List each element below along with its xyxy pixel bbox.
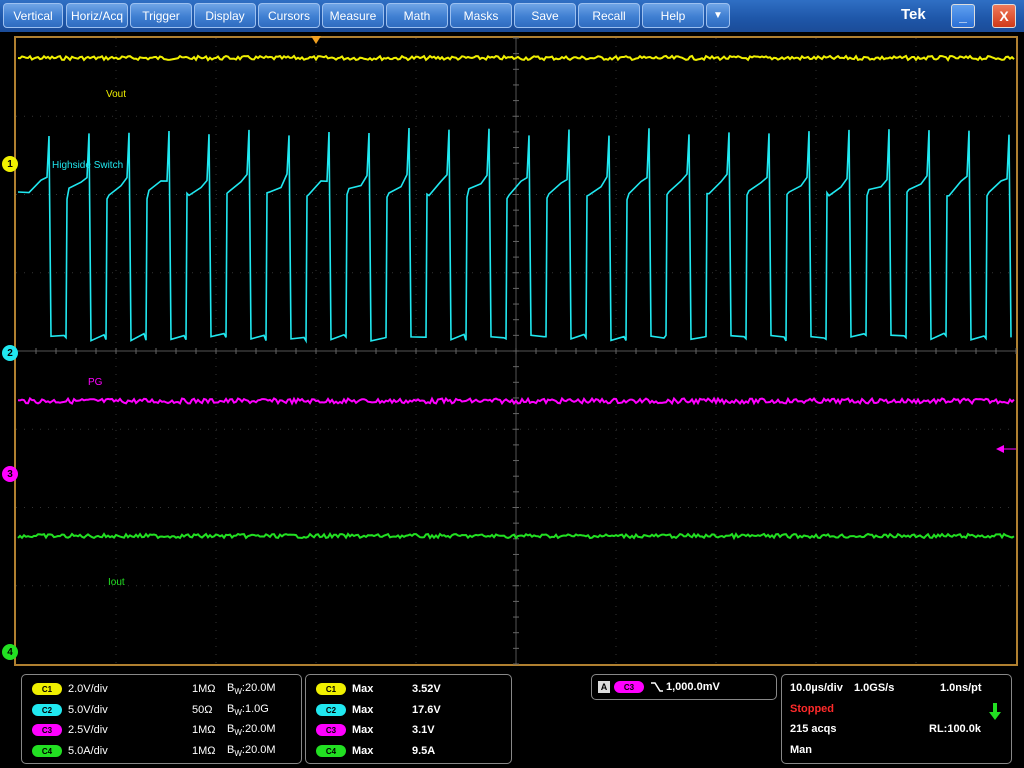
c2-coupling: 50Ω (192, 704, 213, 716)
trigger-panel[interactable]: A C3 1,000.0mV (591, 674, 777, 700)
resolution: 1.0ns/pt (940, 682, 982, 694)
c2-bw-w: W (234, 708, 242, 718)
m1-badge: C1 (316, 683, 346, 695)
trigger-position-marker[interactable] (311, 36, 321, 44)
c1-badge: C1 (32, 683, 62, 695)
trigger-source-badge: C3 (614, 681, 644, 693)
c2-bandwidth: :1.0G (241, 702, 269, 715)
channel-row[interactable]: C3 2.5V/div 1MΩ BW:20.0M (32, 720, 302, 740)
acquisition-mode: Man (790, 744, 812, 756)
m1-value: 3.52V (412, 683, 441, 695)
green-down-arrow-icon (989, 703, 1001, 720)
c4-scale: 5.0A/div (68, 745, 108, 757)
ch1-ground-marker[interactable]: 1 (2, 156, 18, 172)
measurement-row[interactable]: C2 Max 17.6V (316, 700, 506, 720)
c3-bandwidth: :20.0M (241, 722, 276, 735)
c3-coupling: 1MΩ (192, 724, 216, 736)
c4-coupling: 1MΩ (192, 745, 216, 757)
falling-edge-icon (651, 682, 663, 692)
c1-scale: 2.0V/div (68, 683, 108, 695)
trigger-level: 1,000.0mV (666, 681, 720, 693)
acquisition-panel[interactable]: 10.0µs/div 1.0GS/s 1.0ns/pt Stopped 215 … (781, 674, 1012, 764)
ch4-waveform-label: Iout (108, 577, 125, 588)
ch1-waveform-label: Vout (106, 89, 127, 100)
ch2-trace (17, 127, 1012, 344)
ch3-waveform-label: PG (88, 377, 103, 388)
measurement-row[interactable]: C4 Max 9.5A (316, 741, 506, 761)
c3-bw-w: W (234, 728, 242, 738)
c1-bw-w: W (234, 687, 242, 697)
c2-badge: C2 (32, 704, 62, 716)
measurement-row[interactable]: C1 Max 3.52V (316, 679, 506, 699)
c2-scale: 5.0V/div (68, 704, 108, 716)
ch2-waveform-label: Highside Switch (52, 160, 124, 171)
m4-badge: C4 (316, 745, 346, 757)
c3-badge: C3 (32, 724, 62, 736)
trigger-level-marker[interactable] (996, 445, 1004, 453)
c4-bandwidth: :20.0M (241, 743, 276, 756)
record-length: RL:100.0k (929, 723, 981, 735)
c4-badge: C4 (32, 745, 62, 757)
ch3-ground-marker[interactable]: 3 (2, 466, 18, 482)
m4-value: 9.5A (412, 745, 436, 757)
waveform-display[interactable] (0, 0, 1024, 668)
channel-row[interactable]: C2 5.0V/div 50Ω BW:1.0G (32, 700, 302, 720)
timebase: 10.0µs/div (790, 682, 843, 694)
m4-type: Max (352, 745, 374, 757)
c1-coupling: 1MΩ (192, 683, 216, 695)
graticule-grid (15, 37, 1017, 665)
channel-row[interactable]: C4 5.0A/div 1MΩ BW:20.0M (32, 741, 302, 761)
m2-badge: C2 (316, 704, 346, 716)
m2-type: Max (352, 704, 374, 716)
m3-type: Max (352, 724, 374, 736)
acquisition-state: Stopped (790, 703, 834, 715)
ch4-ground-marker[interactable]: 4 (2, 644, 18, 660)
channel-settings-panel[interactable]: C1 2.0V/div 1MΩ BW:20.0M C2 5.0V/div 50Ω… (21, 674, 302, 764)
channel-row[interactable]: C1 2.0V/div 1MΩ BW:20.0M (32, 679, 302, 699)
c4-bw-w: W (234, 749, 242, 759)
m3-value: 3.1V (412, 724, 435, 736)
ch2-ground-marker[interactable]: 2 (2, 345, 18, 361)
acquisition-count: 215 acqs (790, 723, 837, 735)
m2-value: 17.6V (412, 704, 441, 716)
measurement-row[interactable]: C3 Max 3.1V (316, 720, 506, 740)
c1-bandwidth: :20.0M (241, 681, 276, 694)
c3-scale: 2.5V/div (68, 724, 108, 736)
m1-type: Max (352, 683, 374, 695)
sample-rate: 1.0GS/s (854, 682, 895, 694)
trigger-mode-badge: A (598, 681, 610, 693)
measurement-panel[interactable]: C1 Max 3.52V C2 Max 17.6V C3 Max 3.1V C4… (305, 674, 512, 764)
m3-badge: C3 (316, 724, 346, 736)
